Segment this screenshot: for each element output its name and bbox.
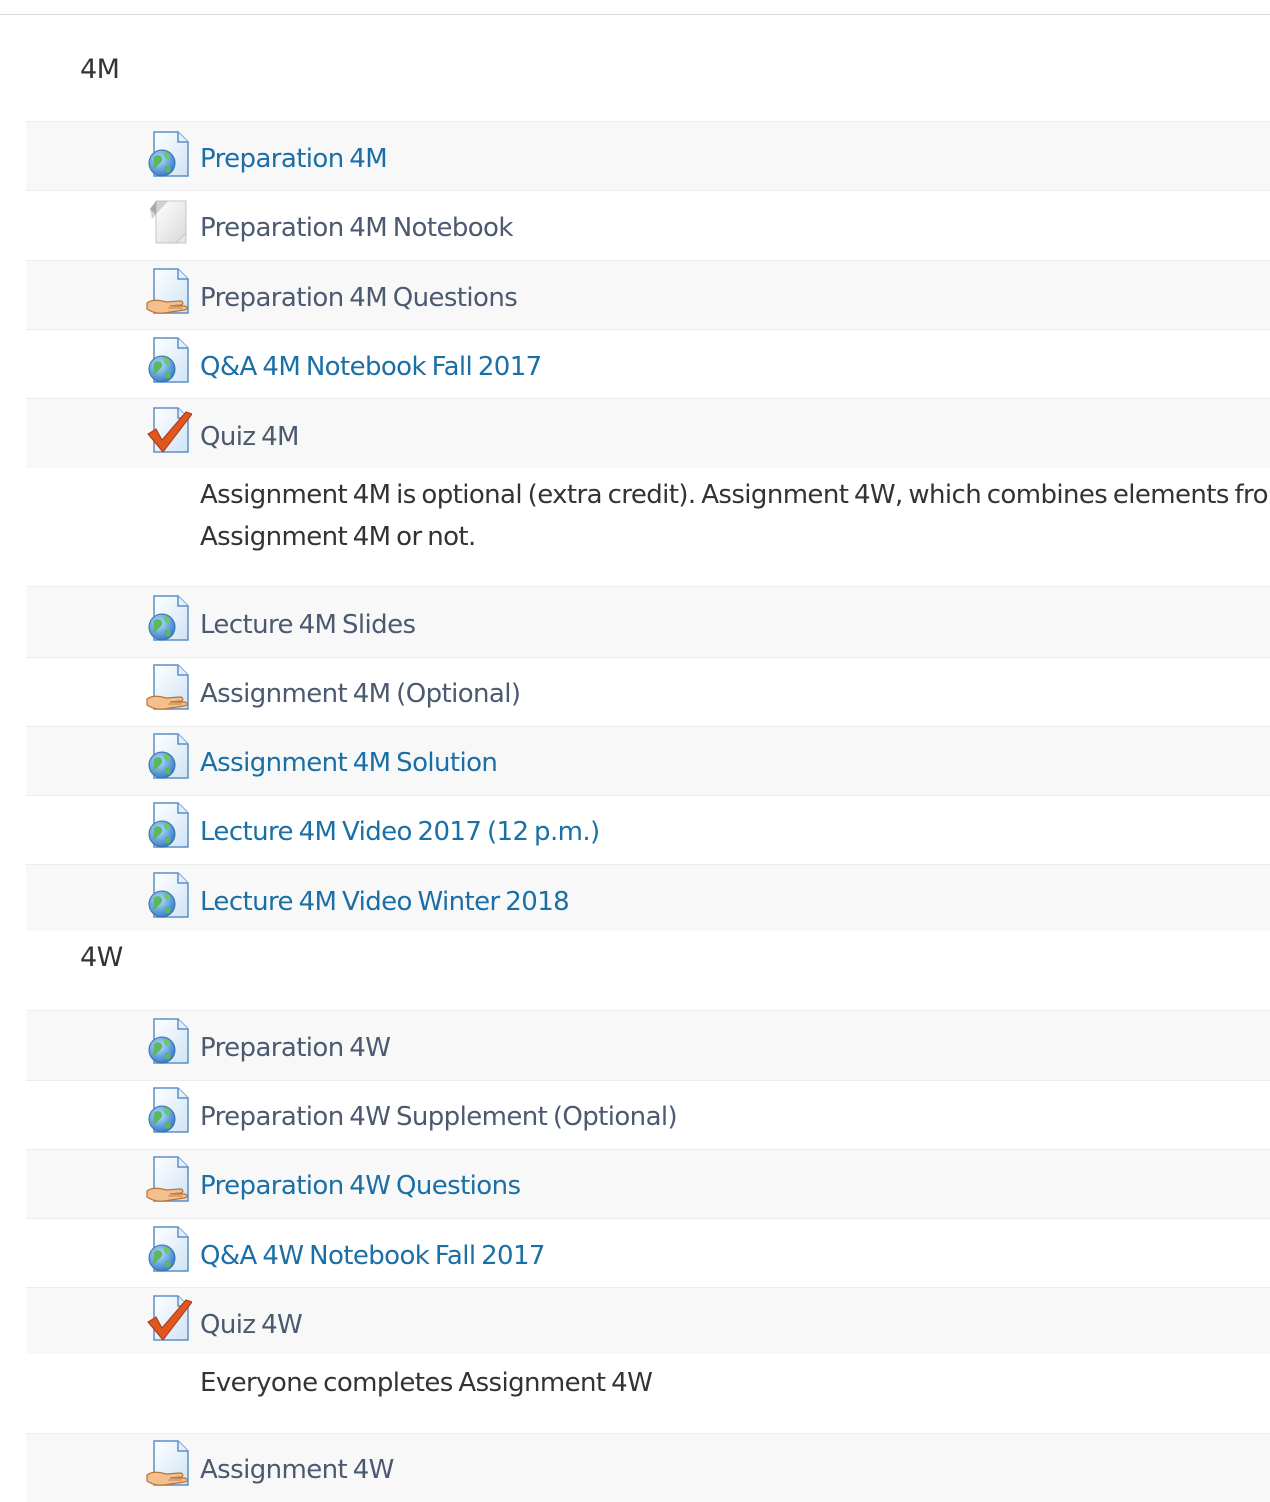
activity-link[interactable]: Preparation 4M Notebook <box>200 213 513 243</box>
url-globe-icon <box>146 1017 192 1067</box>
activity-row-lecture-4m-video-winter-2018[interactable]: Lecture 4M Video Winter 2018 <box>26 864 1270 931</box>
url-globe-icon <box>146 336 192 386</box>
section-title-4m: 4M <box>80 54 120 85</box>
activity-row-quiz-4m[interactable]: Quiz 4M <box>26 398 1270 468</box>
activity-link[interactable]: Quiz 4W <box>200 1310 303 1340</box>
quiz-checkmark-icon <box>146 1294 192 1344</box>
activity-link[interactable]: Assignment 4M (Optional) <box>200 679 521 709</box>
assignment-hand-icon <box>146 267 192 317</box>
url-globe-icon <box>146 594 192 644</box>
activity-row-quiz-4w[interactable]: Quiz 4W <box>26 1287 1270 1354</box>
activity-row-assignment-4w[interactable]: Assignment 4W <box>26 1433 1270 1502</box>
activity-link[interactable]: Assignment 4M Solution <box>200 748 498 778</box>
url-globe-icon <box>146 130 192 180</box>
activity-row-assignment-4m-solution[interactable]: Assignment 4M Solution <box>26 726 1270 795</box>
quiz-checkmark-icon <box>146 406 192 456</box>
url-globe-icon <box>146 732 192 782</box>
activity-row-lecture-4m-slides[interactable]: Lecture 4M Slides <box>26 586 1270 657</box>
activity-row-preparation-4w-questions[interactable]: Preparation 4W Questions <box>26 1149 1270 1218</box>
activity-link[interactable]: Q&A 4W Notebook Fall 2017 <box>200 1241 545 1271</box>
activity-link[interactable]: Preparation 4M <box>200 144 388 174</box>
note-line: Everyone completes Assignment 4W <box>200 1368 653 1398</box>
section-title-4w: 4W <box>80 942 123 973</box>
section-note-4m: Assignment 4M is optional (extra credit)… <box>200 474 1270 558</box>
activity-link[interactable]: Lecture 4M Slides <box>200 610 416 640</box>
section-note-4w: Everyone completes Assignment 4W <box>200 1362 1270 1404</box>
activity-link[interactable]: Assignment 4W <box>200 1455 394 1485</box>
note-line: Assignment 4M is optional (extra credit)… <box>200 480 1270 510</box>
activity-link[interactable]: Lecture 4M Video Winter 2018 <box>200 887 570 917</box>
activity-row-preparation-4m[interactable]: Preparation 4M <box>26 121 1270 190</box>
url-globe-icon <box>146 871 192 921</box>
note-line: Assignment 4M or not. <box>200 522 476 552</box>
activity-row-qa-4m-notebook[interactable]: Q&A 4M Notebook Fall 2017 <box>26 329 1270 398</box>
activity-link[interactable]: Preparation 4W Questions <box>200 1171 521 1201</box>
activity-link[interactable]: Lecture 4M Video 2017 (12 p.m.) <box>200 817 600 847</box>
file-icon <box>146 199 192 249</box>
activity-row-qa-4w-notebook[interactable]: Q&A 4W Notebook Fall 2017 <box>26 1218 1270 1287</box>
url-globe-icon <box>146 801 192 851</box>
activity-link[interactable]: Q&A 4M Notebook Fall 2017 <box>200 352 542 382</box>
activity-row-assignment-4m-optional[interactable]: Assignment 4M (Optional) <box>26 657 1270 726</box>
activity-link[interactable]: Preparation 4M Questions <box>200 283 518 313</box>
activity-row-preparation-4w[interactable]: Preparation 4W <box>26 1010 1270 1080</box>
activity-link[interactable]: Preparation 4W Supplement (Optional) <box>200 1102 678 1132</box>
activity-row-preparation-4m-notebook[interactable]: Preparation 4M Notebook <box>26 190 1270 260</box>
assignment-hand-icon <box>146 663 192 713</box>
assignment-hand-icon <box>146 1439 192 1489</box>
top-divider <box>0 14 1270 15</box>
activity-row-preparation-4m-questions[interactable]: Preparation 4M Questions <box>26 260 1270 329</box>
activity-link[interactable]: Preparation 4W <box>200 1033 391 1063</box>
activity-link[interactable]: Quiz 4M <box>200 422 299 452</box>
url-globe-icon <box>146 1225 192 1275</box>
url-globe-icon <box>146 1086 192 1136</box>
assignment-hand-icon <box>146 1155 192 1205</box>
activity-row-lecture-4m-video-2017[interactable]: Lecture 4M Video 2017 (12 p.m.) <box>26 795 1270 864</box>
activity-row-preparation-4w-supplement[interactable]: Preparation 4W Supplement (Optional) <box>26 1080 1270 1149</box>
